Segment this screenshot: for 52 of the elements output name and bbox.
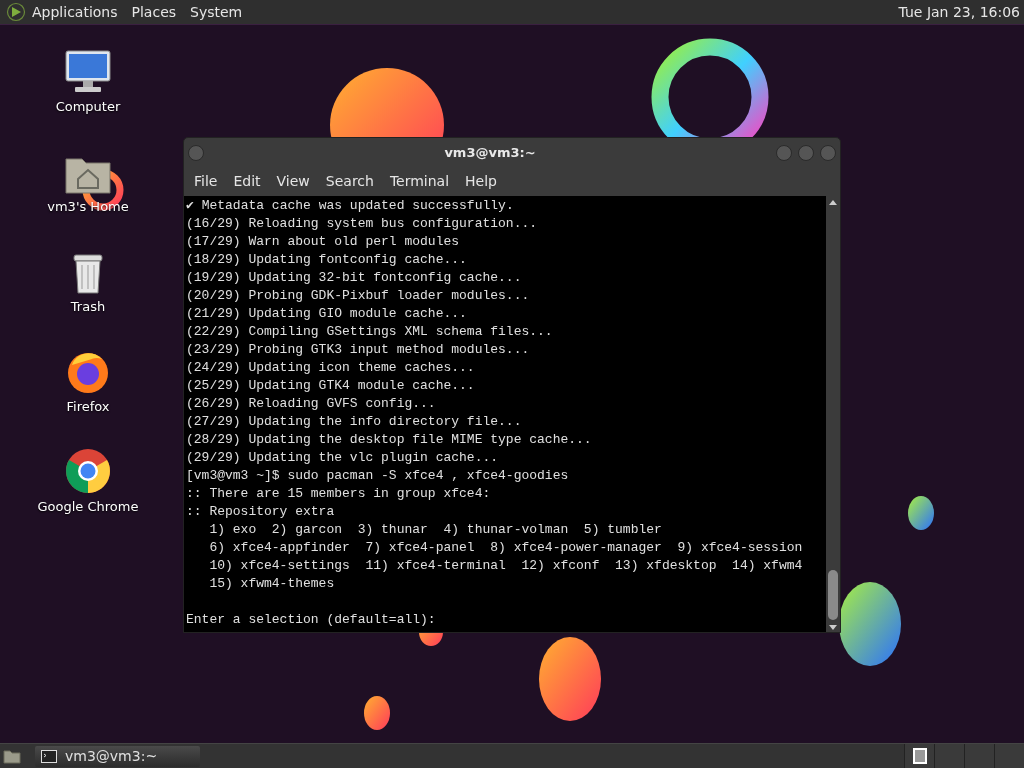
panel-menu[interactable]: System — [190, 1, 243, 23]
menu-item[interactable]: Search — [319, 171, 380, 192]
terminal-line: (18/29) Updating fontconfig cache... — [186, 251, 468, 269]
workspace-switcher[interactable] — [904, 744, 934, 768]
terminal-line: (23/29) Probing GTK3 input method modules... — [186, 341, 531, 359]
terminal-prompt: Enter a selection (default=all): — [186, 611, 437, 629]
terminal-line: 10) xfce4-settings 11) xfce4-terminal 12) xfconf 13) xfdesktop 14) xfwm4 — [208, 557, 804, 575]
terminal-line: 15) xfwm4-themes — [208, 575, 336, 593]
scroll-down-arrow-icon[interactable] — [829, 625, 837, 630]
scrollbar[interactable] — [826, 196, 840, 632]
terminal-line: 6) xfce4-appfinder 7) xfce4-panel 8) xfce4-power-manager 9) xfce4-session — [208, 539, 804, 557]
terminal-line: (16/29) Reloading system bus configuration... — [186, 215, 539, 233]
workspace-switcher[interactable] — [964, 744, 994, 768]
menu-item[interactable]: Terminal — [383, 171, 456, 192]
menu-item[interactable]: File — [188, 171, 224, 192]
chrome-icon[interactable] — [64, 447, 112, 495]
scroll-thumb[interactable] — [828, 570, 838, 620]
show-desktop-icon[interactable] — [3, 748, 21, 764]
taskbar-button[interactable]: vm3@vm3:~ — [35, 745, 200, 767]
terminal-line: (29/29) Updating the vlc plugin cache... — [186, 449, 500, 467]
terminal-line: :: Repository extra — [186, 503, 336, 521]
terminal-line: (24/29) Updating icon theme caches... — [186, 359, 476, 377]
terminal-line: (17/29) Warn about old perl modules — [186, 233, 461, 251]
clock[interactable]: Tue Jan 23, 16:06 — [898, 1, 1020, 23]
terminal-line: ✔ Metadata cache was updated successfully. — [186, 197, 515, 215]
scroll-up-arrow-icon[interactable] — [829, 200, 837, 205]
terminal-line: (20/29) Probing GDK-Pixbuf loader modules... — [186, 287, 531, 305]
workspace-switcher[interactable] — [994, 744, 1024, 768]
menu-item[interactable]: Edit — [227, 171, 267, 192]
terminal-line: (26/29) Reloading GVFS config... — [186, 395, 437, 413]
terminal-line: (19/29) Updating 32-bit fontconfig cache... — [186, 269, 523, 287]
icon-label[interactable]: Firefox — [66, 397, 110, 417]
terminal-line: (27/29) Updating the info directory file... — [186, 413, 523, 431]
icon-label[interactable]: Computer — [55, 97, 121, 117]
window-title: vm3@vm3:~ — [443, 143, 537, 162]
terminal-line: (22/29) Compiling GSettings XML schema files... — [186, 323, 554, 341]
terminal-line: (21/29) Updating GIO module cache... — [186, 305, 468, 323]
panel-menu[interactable]: Applications — [32, 1, 118, 23]
terminal-line: (25/29) Updating GTK4 module cache... — [186, 377, 476, 395]
terminal-line: [vm3@vm3 ~]$ sudo pacman -S xfce4 , xfce4-goodies — [186, 467, 570, 485]
terminal-line: :: There are 15 members in group xfce4: — [186, 485, 492, 503]
panel-menu[interactable]: Places — [131, 1, 177, 23]
icon-label[interactable]: Google Chrome — [37, 497, 139, 517]
terminal-line: 1) exo 2) garcon 3) thunar 4) thunar-volman 5) tumbler — [208, 521, 663, 539]
menu-item[interactable]: Help — [459, 171, 503, 192]
menu-item[interactable]: View — [270, 171, 316, 192]
workspace-switcher[interactable] — [934, 744, 964, 768]
logo-icon[interactable] — [6, 2, 26, 22]
terminal-line: (28/29) Updating the desktop file MIME type cache... — [186, 431, 593, 449]
monitor-icon[interactable] — [63, 49, 113, 95]
icon-label[interactable]: Trash — [70, 297, 106, 317]
terminal-icon — [41, 749, 57, 763]
